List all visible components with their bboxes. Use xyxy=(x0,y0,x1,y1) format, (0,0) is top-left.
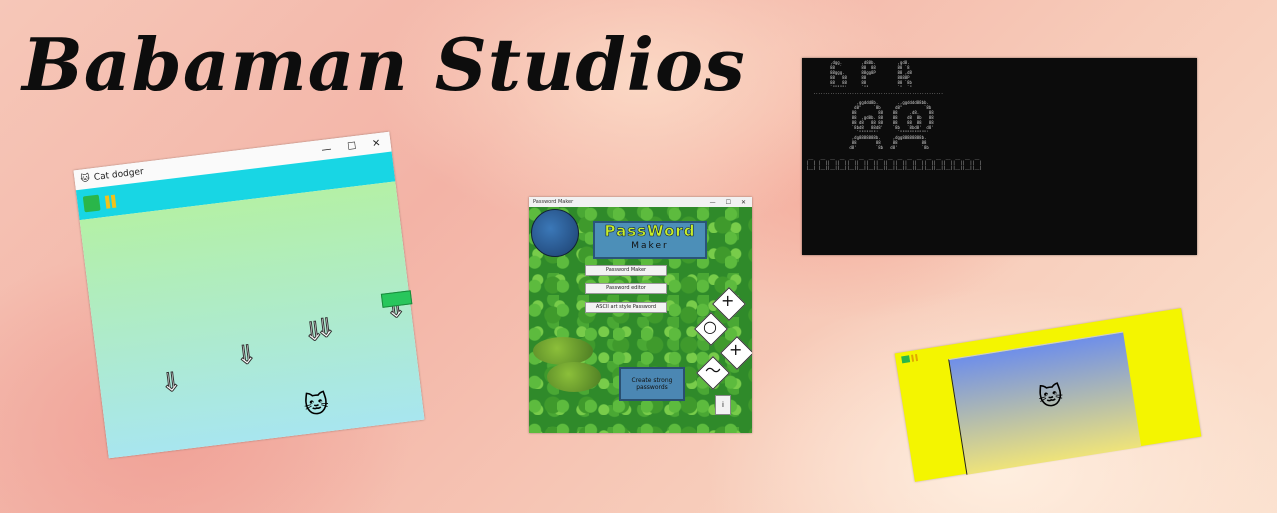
game-stage[interactable]: ⇓ ⇓ ⇓ ⇓ ⇓ 🐱 xyxy=(79,181,425,459)
close-button[interactable]: ✕ xyxy=(741,199,746,206)
score-tag xyxy=(380,290,413,308)
password-editor-button[interactable]: Password editor xyxy=(585,283,667,294)
info-button[interactable]: i xyxy=(715,395,731,415)
password-maker-titlebar: Password Maker — ☐ ✕ xyxy=(529,197,752,207)
yellow-stage-window[interactable]: 🐱 xyxy=(894,308,1202,482)
cat-dodger-title: Cat dodger xyxy=(93,166,145,183)
minimize-button[interactable]: — xyxy=(321,143,332,155)
minimize-button[interactable]: — xyxy=(710,199,716,206)
maximize-button[interactable]: ☐ xyxy=(726,199,731,206)
maximize-button[interactable]: ☐ xyxy=(347,140,357,152)
plus-icon: + xyxy=(729,340,743,359)
close-button[interactable]: ✕ xyxy=(371,137,381,149)
logo-main-text: PassWord xyxy=(604,222,696,240)
password-maker-title: Password Maker xyxy=(533,199,574,205)
tree-icon xyxy=(533,337,593,365)
down-arrow-icon: ⇓ xyxy=(312,312,339,346)
logo-sub-text: Maker xyxy=(631,241,669,251)
pause-icon[interactable] xyxy=(104,194,117,209)
green-flag-icon[interactable] xyxy=(901,355,911,364)
down-arrow-icon: ⇓ xyxy=(233,339,259,373)
ascii-art-block: ,dgg. ,d88b. ,gd8. 88 ` 88 88 88 `8 88gg… xyxy=(806,60,982,170)
app-logo: PassWord Maker xyxy=(593,221,707,259)
circle-icon: ○ xyxy=(703,317,717,336)
plus-icon: + xyxy=(721,291,735,310)
scratch-cat-icon: 🐱 xyxy=(1036,380,1066,413)
page-title: Babaman Studios xyxy=(22,22,746,107)
scratch-cat-icon: 🐱 xyxy=(302,389,331,421)
cat-dodger-window[interactable]: 🐱 Cat dodger — ☐ ✕ ⇓ ⇓ ⇓ ⇓ ⇓ 🐱 xyxy=(73,131,425,459)
password-maker-button[interactable]: Password Maker xyxy=(585,265,667,276)
pause-icon[interactable] xyxy=(911,353,919,362)
terminal-window: ,dgg. ,d88b. ,gd8. 88 ` 88 88 88 `8 88gg… xyxy=(802,58,1197,255)
tree-icon xyxy=(547,362,601,392)
app-icon: 🐱 xyxy=(80,173,91,185)
password-maker-window[interactable]: Password Maker — ☐ ✕ PassWord Maker Pass… xyxy=(529,197,752,433)
wave-icon: 〜 xyxy=(705,361,722,380)
globe-icon xyxy=(531,209,579,257)
ascii-password-button[interactable]: ASCII art style Password xyxy=(585,302,667,313)
green-flag-icon[interactable] xyxy=(82,194,101,213)
down-arrow-icon: ⇓ xyxy=(158,366,184,400)
create-passwords-button[interactable]: Create strong passwords xyxy=(619,367,685,401)
game-stage[interactable]: 🐱 xyxy=(948,331,1142,475)
